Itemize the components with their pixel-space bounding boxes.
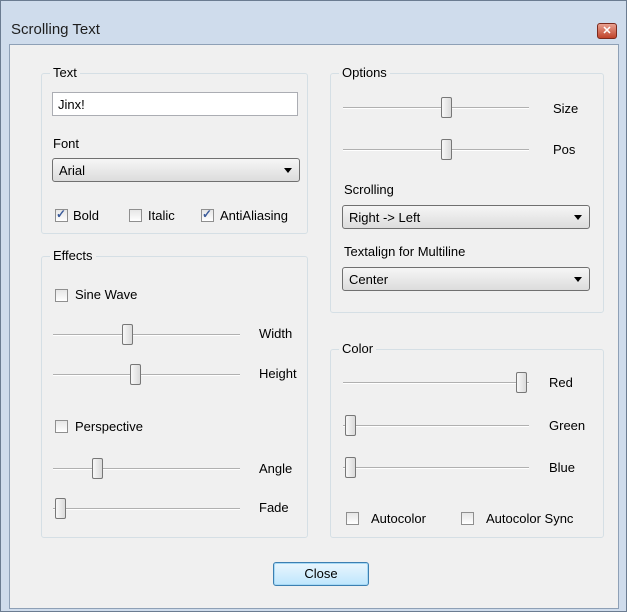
font-label: Font bbox=[53, 136, 80, 151]
fade-label: Fade bbox=[259, 500, 289, 515]
italic-checkbox[interactable] bbox=[129, 209, 142, 222]
pos-slider-track bbox=[343, 149, 529, 151]
font-select-value: Arial bbox=[59, 163, 86, 178]
green-slider-track bbox=[343, 425, 529, 427]
bold-checkbox[interactable] bbox=[55, 207, 68, 222]
size-slider-thumb[interactable] bbox=[440, 97, 452, 118]
autocolor-label[interactable]: Autocolor bbox=[371, 511, 426, 526]
height-slider-track bbox=[53, 374, 240, 376]
font-select[interactable]: Arial bbox=[52, 158, 300, 182]
fade-slider-thumb[interactable] bbox=[55, 498, 66, 519]
chevron-down-icon bbox=[574, 215, 582, 220]
text-group-label: Text bbox=[50, 65, 80, 80]
effects-group: Effects Sine Wave Width Height Perspecti… bbox=[41, 248, 308, 538]
size-label: Size bbox=[553, 101, 579, 116]
width-label: Width bbox=[259, 326, 293, 341]
sine-wave-checkbox[interactable] bbox=[55, 289, 68, 302]
sine-wave-label[interactable]: Sine Wave bbox=[75, 287, 137, 302]
italic-label[interactable]: Italic bbox=[148, 208, 175, 223]
chevron-down-icon bbox=[284, 168, 292, 173]
options-group-label: Options bbox=[339, 65, 390, 80]
blue-slider-track bbox=[343, 467, 529, 469]
perspective-label[interactable]: Perspective bbox=[75, 419, 143, 434]
pos-label: Pos bbox=[553, 142, 576, 157]
red-label: Red bbox=[549, 375, 573, 390]
green-label: Green bbox=[549, 418, 586, 433]
width-slider-track bbox=[53, 334, 240, 336]
height-slider-thumb[interactable] bbox=[130, 364, 142, 385]
close-button[interactable]: Close bbox=[273, 562, 369, 586]
autocolor-sync-label[interactable]: Autocolor Sync bbox=[486, 511, 573, 526]
pos-slider-thumb[interactable] bbox=[440, 139, 452, 160]
red-slider-thumb[interactable] bbox=[516, 372, 527, 393]
effects-group-label: Effects bbox=[50, 248, 96, 263]
red-slider-track bbox=[343, 382, 529, 384]
options-group: Options Size Pos Scrolling Right -> Left… bbox=[330, 65, 604, 313]
chevron-down-icon bbox=[574, 277, 582, 282]
width-slider-thumb[interactable] bbox=[121, 324, 133, 345]
textalign-label: Textalign for Multiline bbox=[344, 244, 466, 259]
color-group-label: Color bbox=[339, 341, 377, 356]
perspective-checkbox[interactable] bbox=[55, 420, 68, 433]
scrolling-select-value: Right -> Left bbox=[349, 210, 421, 225]
close-window-icon[interactable]: ✕ bbox=[597, 23, 617, 39]
textalign-select[interactable]: Center bbox=[342, 267, 590, 291]
dialog-client-area: Text Jinx! Font Arial Bold Italic AntiAl… bbox=[9, 44, 619, 609]
text-group: Text Jinx! Font Arial Bold Italic AntiAl… bbox=[41, 65, 308, 234]
text-input[interactable]: Jinx! bbox=[52, 92, 298, 116]
angle-slider-thumb[interactable] bbox=[91, 458, 103, 479]
dialog-window: Scrolling Text ✕ Text Jinx! Font Arial B… bbox=[0, 0, 627, 612]
antialiasing-checkbox[interactable] bbox=[201, 207, 214, 222]
scrolling-select[interactable]: Right -> Left bbox=[342, 205, 590, 229]
height-label: Height bbox=[259, 366, 297, 381]
textalign-select-value: Center bbox=[349, 272, 389, 287]
angle-label: Angle bbox=[259, 461, 293, 476]
autocolor-checkbox[interactable] bbox=[346, 512, 359, 525]
title-bar: Scrolling Text ✕ bbox=[1, 1, 626, 41]
antialiasing-label[interactable]: AntiAliasing bbox=[220, 208, 288, 223]
blue-label: Blue bbox=[549, 460, 576, 475]
bold-label[interactable]: Bold bbox=[73, 208, 99, 223]
autocolor-sync-checkbox[interactable] bbox=[461, 512, 474, 525]
scrolling-label: Scrolling bbox=[344, 182, 394, 197]
size-slider-track bbox=[343, 107, 529, 109]
angle-slider-track bbox=[53, 468, 240, 470]
fade-slider-track bbox=[53, 508, 240, 510]
green-slider-thumb[interactable] bbox=[345, 415, 356, 436]
color-group: Color Red Green Blue Autocolor Autocolor… bbox=[330, 341, 604, 538]
window-title: Scrolling Text bbox=[11, 21, 100, 38]
blue-slider-thumb[interactable] bbox=[345, 457, 356, 478]
